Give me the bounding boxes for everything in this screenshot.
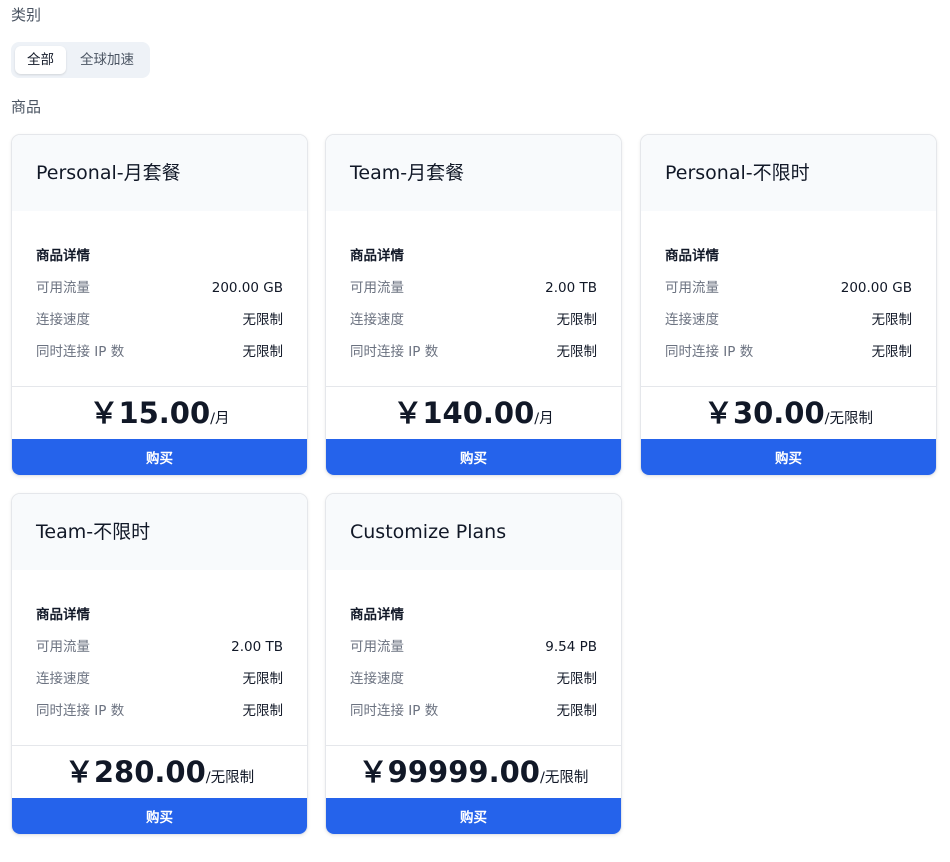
- detail-row-ip-count: 同时连接 IP 数 无限制: [350, 342, 597, 374]
- detail-label: 同时连接 IP 数: [350, 703, 439, 719]
- detail-row-speed: 连接速度 无限制: [350, 669, 597, 701]
- detail-value: 无限制: [871, 312, 913, 328]
- price-amount: ￥99999.00: [358, 755, 540, 789]
- products-label: 商品: [11, 98, 42, 116]
- plan-card: Customize Plans 商品详情 可用流量 9.54 PB 连接速度 无…: [325, 493, 622, 835]
- plan-details: 商品详情 可用流量 200.00 GB 连接速度 无限制 同时连接 IP 数 无…: [641, 211, 936, 387]
- tab-global-acceleration[interactable]: 全球加速: [68, 46, 146, 74]
- detail-row-traffic: 可用流量 200.00 GB: [36, 278, 283, 310]
- detail-row-traffic: 可用流量 9.54 PB: [350, 637, 597, 669]
- detail-value: 9.54 PB: [545, 639, 597, 655]
- detail-row-speed: 连接速度 无限制: [665, 310, 912, 342]
- detail-value: 无限制: [556, 312, 598, 328]
- detail-label: 同时连接 IP 数: [36, 344, 125, 360]
- detail-row-ip-count: 同时连接 IP 数 无限制: [36, 701, 283, 733]
- price-amount: ￥280.00: [64, 755, 206, 789]
- plan-title: Team-月套餐: [326, 135, 621, 211]
- plan-price: ￥99999.00/无限制: [326, 746, 621, 798]
- detail-row-ip-count: 同时连接 IP 数 无限制: [665, 342, 912, 374]
- detail-value: 2.00 TB: [231, 639, 283, 655]
- detail-row-speed: 连接速度 无限制: [350, 310, 597, 342]
- plan-price: ￥280.00/无限制: [12, 746, 307, 798]
- detail-row-ip-count: 同时连接 IP 数 无限制: [36, 342, 283, 374]
- price-amount: ￥30.00: [703, 396, 825, 430]
- plan-card: Personal-月套餐 商品详情 可用流量 200.00 GB 连接速度 无限…: [11, 134, 308, 476]
- detail-label: 可用流量: [36, 280, 90, 296]
- detail-label: 可用流量: [350, 280, 404, 296]
- detail-value: 200.00 GB: [840, 280, 912, 296]
- plan-card: Team-不限时 商品详情 可用流量 2.00 TB 连接速度 无限制 同时连接…: [11, 493, 308, 835]
- plan-details: 商品详情 可用流量 2.00 TB 连接速度 无限制 同时连接 IP 数 无限制: [12, 570, 307, 746]
- buy-button[interactable]: 购买: [12, 439, 307, 475]
- detail-label: 可用流量: [350, 639, 404, 655]
- price-unit: /无限制: [539, 770, 589, 786]
- plan-price: ￥30.00/无限制: [641, 387, 936, 439]
- detail-row-ip-count: 同时连接 IP 数 无限制: [350, 701, 597, 733]
- price-unit: /无限制: [824, 411, 874, 427]
- plan-price: ￥140.00/月: [326, 387, 621, 439]
- tab-all[interactable]: 全部: [15, 46, 66, 74]
- details-title: 商品详情: [665, 248, 719, 264]
- detail-label: 连接速度: [350, 312, 404, 328]
- detail-row-traffic: 可用流量 2.00 TB: [350, 278, 597, 310]
- plan-price: ￥15.00/月: [12, 387, 307, 439]
- plan-details: 商品详情 可用流量 2.00 TB 连接速度 无限制 同时连接 IP 数 无限制: [326, 211, 621, 387]
- detail-value: 无限制: [242, 312, 284, 328]
- detail-value: 无限制: [871, 344, 913, 360]
- plan-card: Team-月套餐 商品详情 可用流量 2.00 TB 连接速度 无限制 同时连接…: [325, 134, 622, 476]
- detail-row-traffic: 可用流量 2.00 TB: [36, 637, 283, 669]
- buy-button[interactable]: 购买: [641, 439, 936, 475]
- detail-value: 200.00 GB: [211, 280, 283, 296]
- detail-label: 可用流量: [665, 280, 719, 296]
- detail-value: 无限制: [242, 671, 284, 687]
- detail-value: 无限制: [242, 703, 284, 719]
- detail-row-speed: 连接速度 无限制: [36, 310, 283, 342]
- detail-value: 无限制: [556, 671, 598, 687]
- price-unit: /月: [534, 411, 554, 427]
- detail-label: 连接速度: [665, 312, 719, 328]
- detail-label: 连接速度: [350, 671, 404, 687]
- details-title: 商品详情: [36, 248, 90, 264]
- details-title: 商品详情: [350, 607, 404, 623]
- details-title: 商品详情: [36, 607, 90, 623]
- category-tabs: 全部 全球加速: [11, 42, 150, 78]
- detail-row-traffic: 可用流量 200.00 GB: [665, 278, 912, 310]
- detail-value: 无限制: [556, 703, 598, 719]
- detail-row-speed: 连接速度 无限制: [36, 669, 283, 701]
- price-unit: /无限制: [205, 770, 255, 786]
- plan-title: Customize Plans: [326, 494, 621, 570]
- price-unit: /月: [210, 411, 230, 427]
- plan-details: 商品详情 可用流量 200.00 GB 连接速度 无限制 同时连接 IP 数 无…: [12, 211, 307, 387]
- detail-label: 同时连接 IP 数: [350, 344, 439, 360]
- plan-details: 商品详情 可用流量 9.54 PB 连接速度 无限制 同时连接 IP 数 无限制: [326, 570, 621, 746]
- detail-value: 2.00 TB: [545, 280, 597, 296]
- detail-value: 无限制: [242, 344, 284, 360]
- category-label: 类别: [11, 6, 42, 24]
- price-amount: ￥15.00: [89, 396, 211, 430]
- price-amount: ￥140.00: [393, 396, 535, 430]
- detail-label: 同时连接 IP 数: [36, 703, 125, 719]
- plan-title: Personal-月套餐: [12, 135, 307, 211]
- plan-title: Team-不限时: [12, 494, 307, 570]
- plan-card: Personal-不限时 商品详情 可用流量 200.00 GB 连接速度 无限…: [640, 134, 937, 476]
- detail-label: 连接速度: [36, 671, 90, 687]
- detail-label: 连接速度: [36, 312, 90, 328]
- detail-value: 无限制: [556, 344, 598, 360]
- buy-button[interactable]: 购买: [326, 798, 621, 834]
- buy-button[interactable]: 购买: [326, 439, 621, 475]
- buy-button[interactable]: 购买: [12, 798, 307, 834]
- details-title: 商品详情: [350, 248, 404, 264]
- plan-title: Personal-不限时: [641, 135, 936, 211]
- detail-label: 可用流量: [36, 639, 90, 655]
- detail-label: 同时连接 IP 数: [665, 344, 754, 360]
